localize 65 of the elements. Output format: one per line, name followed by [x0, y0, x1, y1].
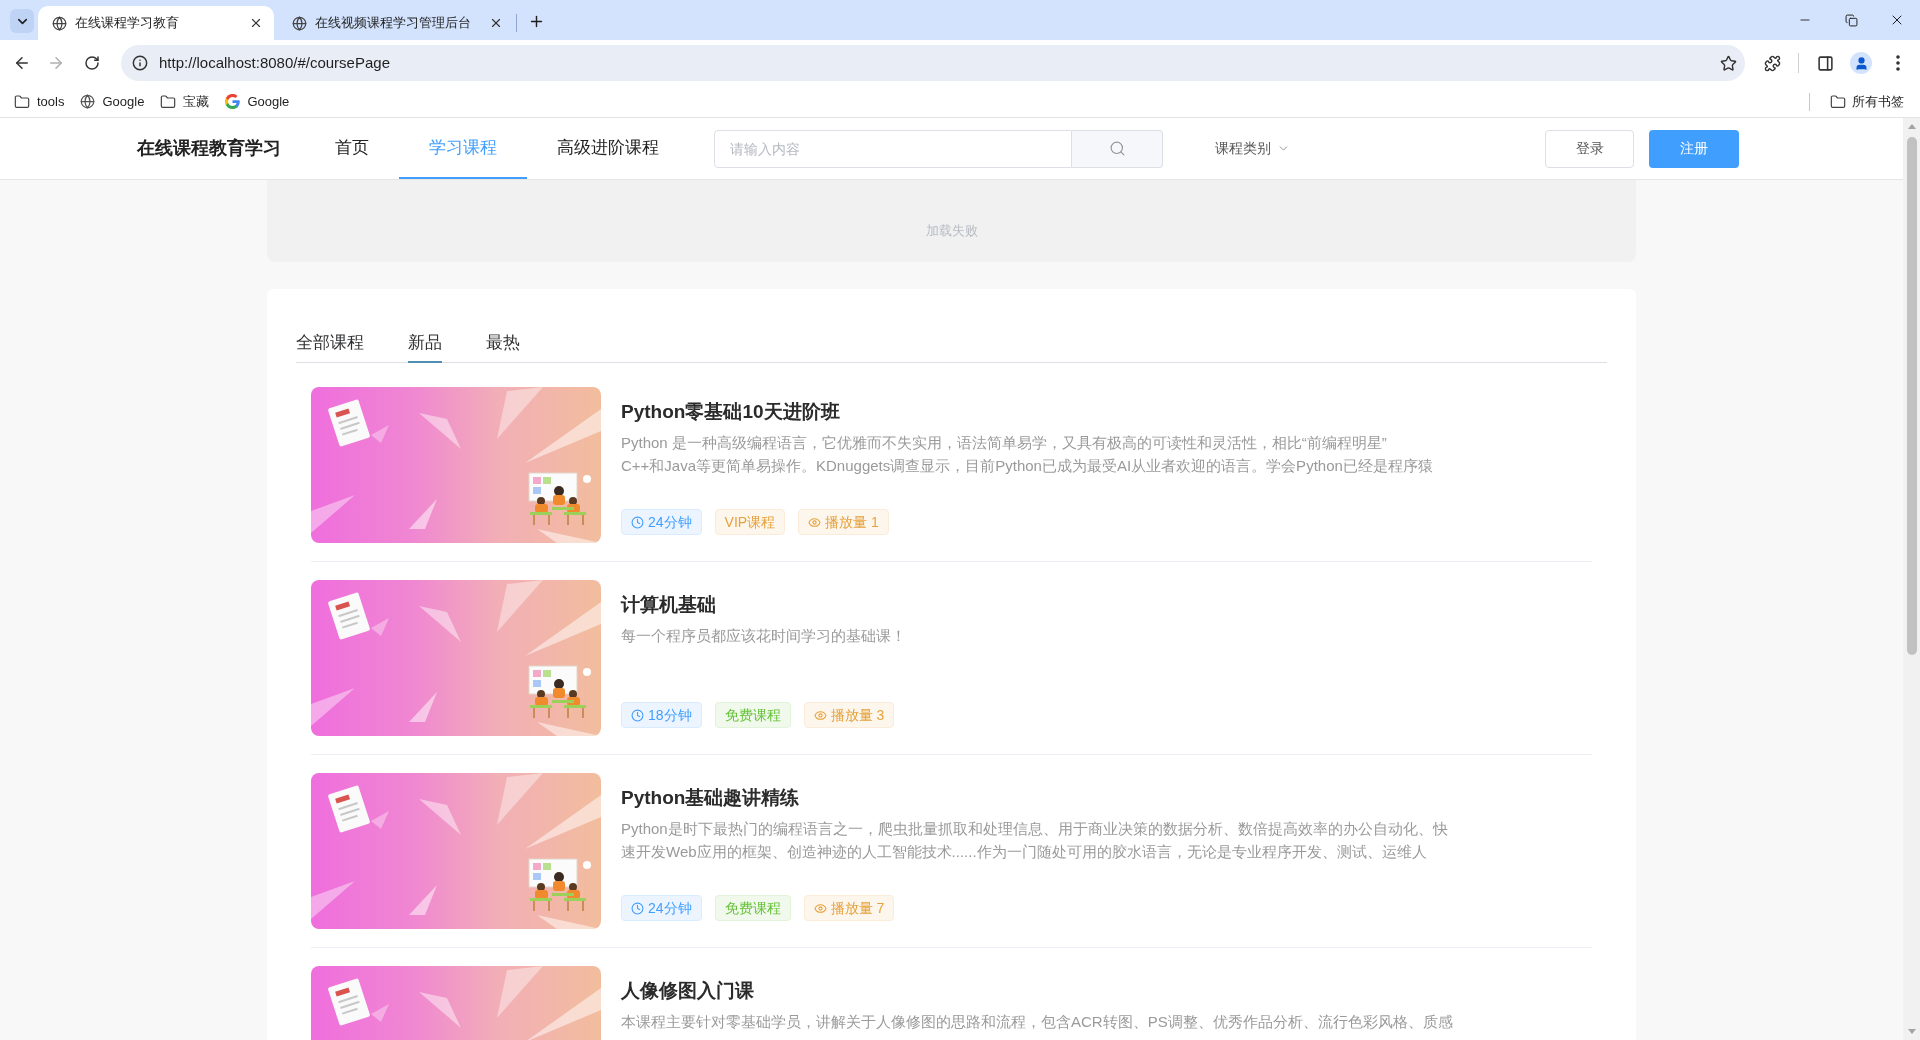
access-tag: 免费课程 [714, 702, 791, 728]
category-dropdown[interactable]: 课程类别 [1215, 138, 1290, 159]
duration-text: 24分钟 [648, 512, 692, 532]
side-panel-icon [1816, 54, 1834, 72]
close-icon [249, 16, 263, 30]
all-bookmarks-button[interactable]: 所有书签 [1824, 88, 1910, 115]
course-title[interactable]: Python零基础10天进阶班 [621, 400, 1592, 424]
tab-list-button[interactable] [10, 9, 34, 33]
folder-icon [1830, 93, 1846, 110]
globe-icon [80, 94, 96, 109]
clock-icon [631, 901, 644, 915]
nav-link[interactable]: 首页 [305, 118, 399, 179]
access-tag: VIP课程 [714, 509, 786, 535]
course-title[interactable]: 计算机基础 [621, 593, 1592, 617]
google-logo-icon [225, 94, 241, 109]
bookmark-item[interactable]: Google [74, 88, 151, 115]
globe-icon [52, 15, 67, 31]
bookmark-item[interactable]: Google [219, 88, 296, 115]
search-icon [1108, 140, 1126, 157]
restore-icon [1844, 13, 1858, 27]
bookmark-item[interactable]: tools [8, 88, 71, 115]
eye-icon [813, 901, 827, 915]
course-description: Python 是一种高级编程语言，它优雅而不失实用，语法简单易学，又具有极高的可读性和灵活性，相比“前编程明星” C++和Java等更简单易操作。KDnuggets调查显示，目前Python已成为最受AI从业者欢迎的语言。学会Python已经是程序猿 [621, 433, 1434, 476]
course-filter-tab[interactable]: 全部课程 [296, 332, 364, 363]
site-brand[interactable]: 在线课程教育学习 [137, 135, 281, 162]
bookmark-item[interactable]: 宝藏 [154, 88, 216, 115]
puzzle-icon [1763, 54, 1781, 72]
reload-icon [84, 55, 100, 71]
course-filter-tab[interactable]: 新品 [408, 332, 442, 363]
play-count-text: 播放量 1 [825, 512, 879, 532]
duration-text: 24分钟 [648, 898, 692, 918]
address-bar[interactable]: http://localhost:8080/#/coursePage [121, 45, 1745, 81]
globe-icon [292, 15, 307, 31]
tab-title: 在线视频课程学习管理后台 [315, 14, 472, 33]
play-count-text: 播放量 7 [830, 898, 885, 918]
browser-tab[interactable]: 在线课程学习教育 [38, 6, 274, 40]
course-title[interactable]: 人像修图入门课 [621, 979, 1592, 1003]
play-count-text: 播放量 3 [830, 705, 885, 725]
url-text: http://localhost:8080/#/coursePage [159, 52, 390, 73]
course-description: Python是时下最热门的编程语言之一，爬虫批量抓取和处理信息、用于商业决策的数据分析、数倍提高效率的办公自动化、快 速开发Web应用的框架、创造神迹的人工智能技术......作为一门随处可用的胶水语言，无论是专业程序开发、测试、运维人 [621, 819, 1449, 862]
folder-icon [14, 93, 30, 110]
folder-icon [160, 93, 177, 110]
close-icon [489, 16, 503, 30]
course-description: 每一个程序员都应该花时间学习的基础课！ [621, 626, 907, 646]
course-title[interactable]: Python基础趣讲精练 [621, 786, 1592, 810]
course-filter-tab[interactable]: 最热 [486, 332, 520, 363]
browser-tab[interactable]: 在线视频课程学习管理后台 [278, 6, 514, 40]
login-button[interactable]: 登录 [1545, 129, 1634, 168]
duration-text: 18分钟 [648, 705, 692, 725]
eye-icon [808, 515, 822, 529]
bookmark-star-icon[interactable] [1720, 54, 1737, 72]
eye-icon [813, 708, 827, 722]
forward-arrow-icon [47, 54, 65, 72]
clock-icon [631, 708, 644, 722]
clock-icon [631, 515, 644, 529]
menu-icon [1896, 55, 1900, 71]
search-input[interactable]: 请输入内容 [714, 129, 1072, 168]
nav-link[interactable]: 高级进阶课程 [527, 118, 689, 179]
tab-title: 在线课程学习教育 [75, 14, 180, 33]
scrollbar-thumb[interactable] [1906, 137, 1917, 655]
course-description: 本课程主要针对零基础学员，讲解关于人像修图的思路和流程，包含ACR转图、PS调整、优秀作品分析、流行色彩风格、质感 [621, 1012, 1454, 1032]
load-failed-message: 加载失败 [925, 222, 978, 241]
info-icon[interactable] [132, 55, 148, 71]
access-tag: 免费课程 [714, 895, 791, 921]
avatar-icon [1850, 52, 1872, 74]
